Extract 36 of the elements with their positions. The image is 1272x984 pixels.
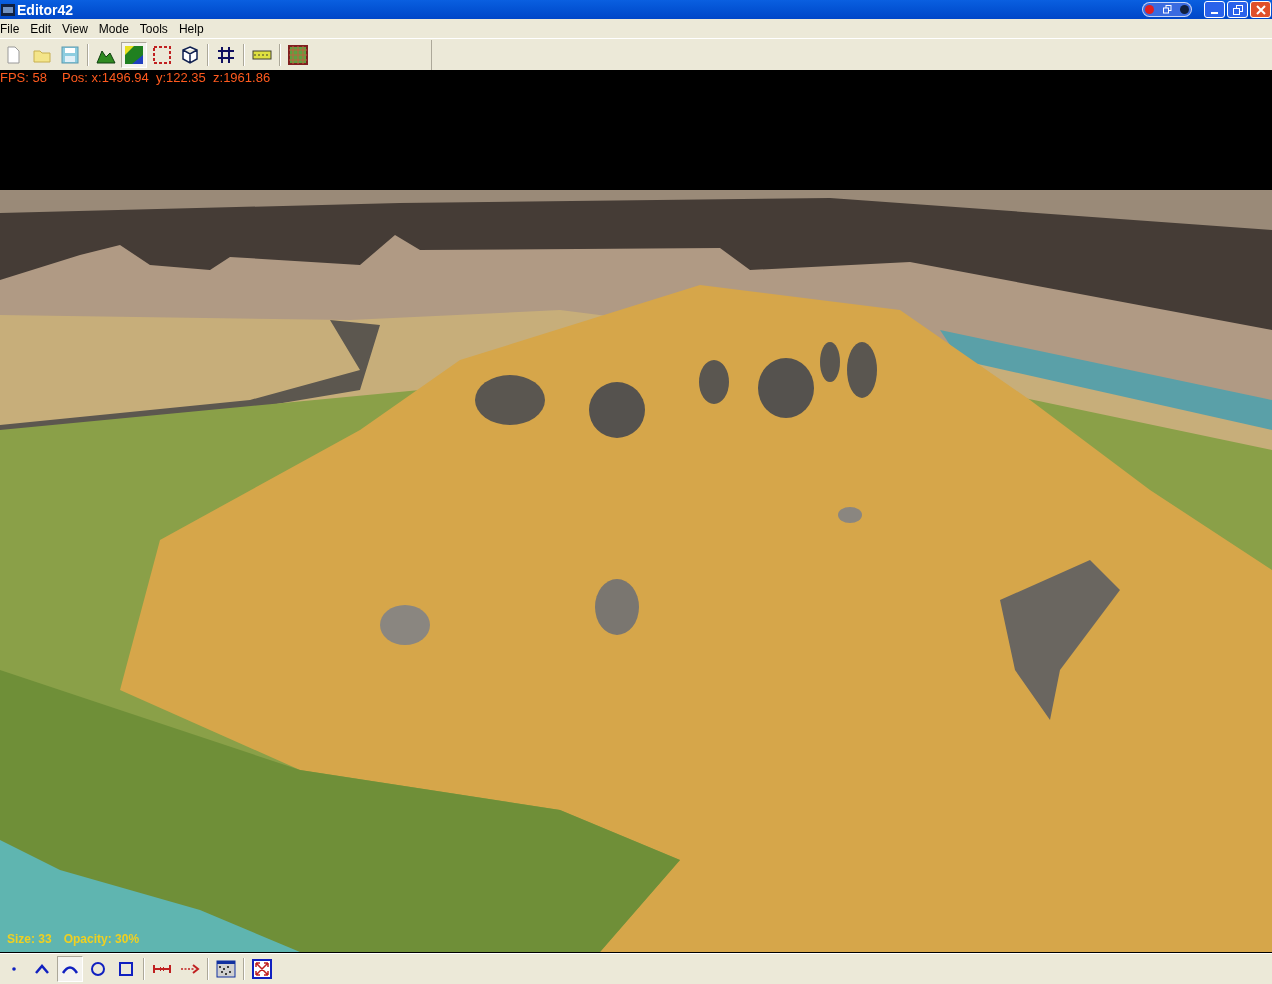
- maximize-icon: [252, 959, 272, 979]
- restore-icon: [1232, 4, 1243, 15]
- record-icon: [1145, 5, 1154, 14]
- dot-icon: [12, 967, 16, 971]
- brush-opacity: Opacity: 30%: [63, 933, 140, 945]
- close-icon: [1255, 4, 1266, 15]
- circle-icon: [88, 959, 108, 979]
- app-icon: [1, 3, 15, 16]
- minimize-button[interactable]: [1204, 1, 1225, 18]
- menu-item[interactable]: View: [58, 19, 92, 38]
- window-title: Editor42: [17, 2, 73, 17]
- menu-item[interactable]: Edit: [26, 19, 56, 38]
- minimize-icon: [1211, 12, 1218, 14]
- tool-button[interactable]: [249, 956, 275, 982]
- brush-size: Size: 33: [7, 933, 52, 945]
- menu-item[interactable]: Help: [174, 19, 208, 38]
- menu-item[interactable]: Mode: [94, 19, 133, 38]
- restore-icon: [1162, 5, 1172, 14]
- status-icon: [1180, 5, 1189, 14]
- menu-item[interactable]: File: [0, 19, 24, 38]
- restore-button[interactable]: [1227, 1, 1248, 18]
- fps-counter: FPS: 58: [0, 71, 47, 84]
- close-button[interactable]: [1250, 1, 1271, 18]
- texture-icon: [124, 44, 144, 65]
- tool-button[interactable]: [121, 41, 147, 68]
- noise-window-icon: [216, 959, 236, 979]
- tray-control[interactable]: [1142, 2, 1192, 17]
- square-icon: [116, 959, 136, 979]
- menu-item[interactable]: Tools: [135, 19, 172, 38]
- tile-grid-icon: [288, 44, 308, 65]
- cube-icon: [180, 44, 200, 65]
- grid-icon: [216, 44, 236, 65]
- camera-position: Pos: x:1496.94 y:122.35 z:1961.86: [61, 71, 271, 84]
- dashed-square-icon: [152, 44, 172, 65]
- tool-button[interactable]: [57, 956, 83, 982]
- save-icon: [60, 44, 80, 65]
